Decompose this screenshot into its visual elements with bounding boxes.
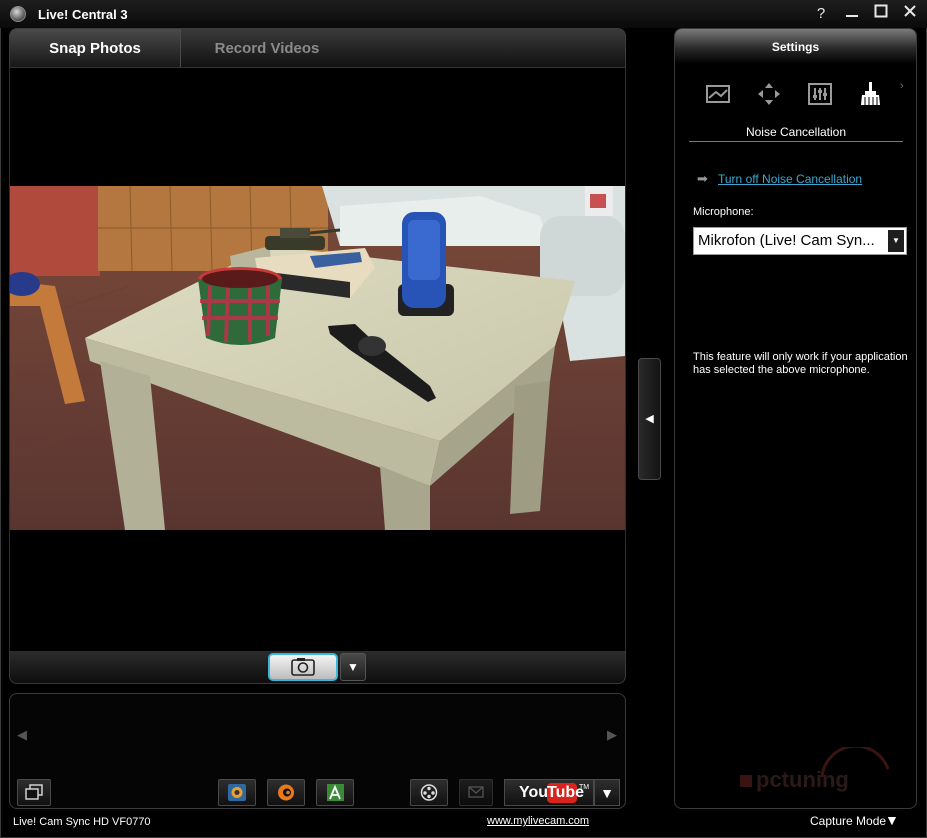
minimize-button[interactable] xyxy=(840,3,864,25)
camera-effects-button[interactable] xyxy=(218,779,256,806)
youtube-logo-you: You xyxy=(519,784,549,801)
snap-photo-button[interactable] xyxy=(268,653,338,681)
email-icon xyxy=(468,786,484,798)
pan-tilt-icon xyxy=(758,83,780,105)
image-adjust-icon xyxy=(706,85,730,103)
equalizer-icon xyxy=(808,83,832,105)
youtube-logo-tm: TM xyxy=(579,784,590,791)
minimize-icon xyxy=(846,15,858,17)
device-name: Live! Cam Sync HD VF0770 xyxy=(13,816,151,828)
section-title: Noise Cancellation xyxy=(689,125,903,142)
svg-text:pctuning: pctuning xyxy=(756,767,849,792)
maximize-button[interactable] xyxy=(869,3,893,25)
arrow-right-icon: ➡ xyxy=(697,171,708,186)
audio-icon xyxy=(278,784,294,801)
film-reel-button[interactable] xyxy=(410,779,448,806)
title-bar: Live! Central 3 ? xyxy=(0,0,927,28)
capture-mode-label[interactable]: Capture Mode xyxy=(810,814,886,828)
feature-note: This feature will only work if your appl… xyxy=(693,351,908,376)
strip-scroll-left-icon[interactable]: ◀ xyxy=(17,727,27,743)
window-title: Live! Central 3 xyxy=(38,7,128,22)
image-adjust-button[interactable] xyxy=(704,80,732,108)
camera-icon xyxy=(291,658,315,676)
youtube-options-dropdown[interactable]: ▼ xyxy=(594,779,620,806)
collapse-panel-handle[interactable]: ◀ xyxy=(638,358,661,480)
tab-record-videos[interactable]: Record Videos xyxy=(182,29,352,68)
help-button[interactable]: ? xyxy=(809,3,833,25)
noise-cancellation-button[interactable] xyxy=(856,80,884,108)
microphone-select-value: Mikrofon (Live! Cam Syn... xyxy=(698,232,875,249)
pctuning-watermark-logo: pctuning xyxy=(712,744,892,797)
capture-mode-dropdown[interactable]: ▼ xyxy=(885,812,899,828)
microphone-label: Microphone: xyxy=(693,206,754,218)
mode-tabs: Snap Photos Record Videos xyxy=(9,28,626,68)
turn-off-noise-cancellation-link[interactable]: Turn off Noise Cancellation xyxy=(718,172,862,186)
text-overlay-button[interactable] xyxy=(316,779,354,806)
capture-options-dropdown[interactable]: ▼ xyxy=(340,653,366,681)
email-button[interactable] xyxy=(459,779,493,806)
youtube-logo-tube: Tube xyxy=(547,783,585,803)
text-overlay-icon xyxy=(327,784,344,801)
strip-scroll-right-icon[interactable]: ▶ xyxy=(607,727,617,743)
website-link[interactable]: www.mylivecam.com xyxy=(487,815,589,827)
audio-button[interactable] xyxy=(267,779,305,806)
maximize-icon xyxy=(874,4,888,18)
close-icon xyxy=(904,5,916,17)
youtube-upload-button[interactable]: You Tube TM xyxy=(504,779,594,806)
close-button[interactable] xyxy=(898,3,922,25)
settings-title: Settings xyxy=(771,40,820,54)
gallery-icon xyxy=(25,784,43,800)
equalizer-button[interactable] xyxy=(806,80,834,108)
app-logo-icon xyxy=(10,6,26,22)
tab-snap-photos[interactable]: Snap Photos xyxy=(10,29,181,68)
camera-feed-image xyxy=(10,186,625,530)
chevron-down-icon[interactable]: ▼ xyxy=(888,230,904,252)
broom-icon xyxy=(861,82,880,105)
film-reel-icon xyxy=(420,784,438,801)
microphone-select[interactable]: Mikrofon (Live! Cam Syn... ▼ xyxy=(693,227,907,255)
settings-panel xyxy=(674,28,917,809)
camera-effects-icon xyxy=(228,784,246,801)
pan-tilt-button[interactable] xyxy=(755,80,783,108)
settings-next-icon[interactable]: › xyxy=(900,80,904,92)
gallery-button[interactable] xyxy=(17,779,51,806)
